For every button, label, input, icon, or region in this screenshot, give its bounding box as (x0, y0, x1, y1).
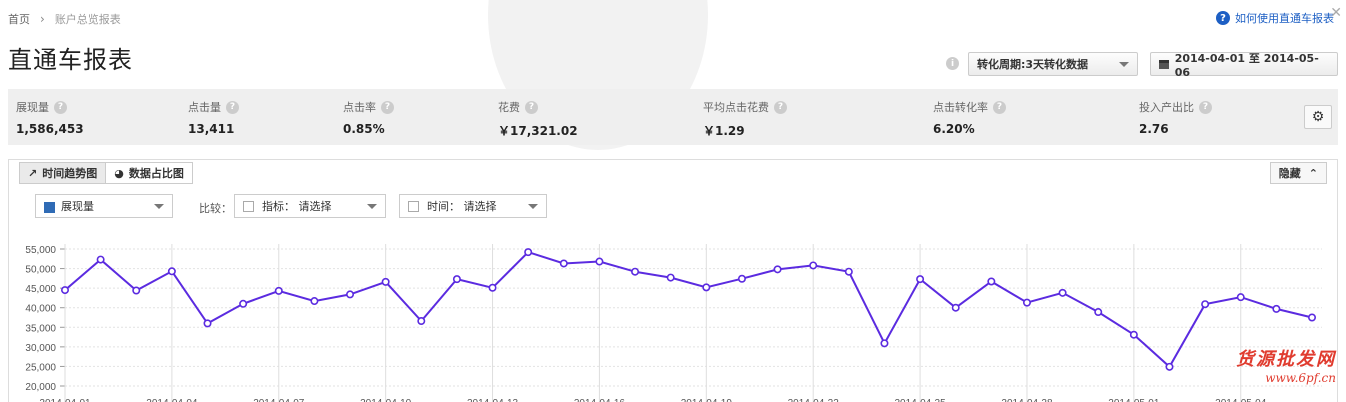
watermark: 货源批发网 www.6pf.cn (1236, 345, 1336, 385)
data-point (203, 319, 212, 328)
data-point (880, 339, 889, 348)
data-point (524, 248, 533, 257)
x-tick-label: 2014-04-10 (360, 398, 412, 402)
data-point (239, 299, 248, 308)
data-point (1308, 313, 1317, 322)
x-tick-label: 2014-04-28 (1001, 398, 1053, 402)
data-point (559, 259, 568, 268)
watermark-line2: www.6pf.cn (1265, 371, 1336, 385)
data-point (167, 267, 176, 276)
data-point (1201, 300, 1210, 309)
y-tick-label: 40,000 (25, 304, 56, 315)
data-point (310, 297, 319, 306)
data-point (1129, 330, 1138, 339)
data-point (844, 267, 853, 276)
data-point (595, 257, 604, 266)
x-tick-label: 2014-04-04 (146, 398, 198, 402)
data-point (274, 286, 283, 295)
x-tick-label: 2014-04-19 (681, 398, 733, 402)
trend-chart: 20,000 25,000 30,000 35,000 40,000 45,000 50,0… (25, 244, 1322, 402)
series-line (64, 250, 1313, 369)
watermark-line1: 货源批发网 (1236, 349, 1336, 370)
data-point (346, 290, 355, 299)
data-point (1094, 308, 1103, 317)
data-point (702, 283, 711, 292)
x-tick-label: 2014-04-13 (467, 398, 519, 402)
data-point (1058, 288, 1067, 297)
data-point (631, 267, 640, 276)
x-tick-label: 2014-05-04 (1215, 398, 1267, 402)
data-point (916, 275, 925, 284)
data-point (1272, 304, 1281, 313)
x-tick-label: 2014-04-01 (39, 398, 91, 402)
y-tick-label: 50,000 (25, 265, 56, 276)
data-point (987, 277, 996, 286)
data-point (452, 275, 461, 284)
x-tick-label: 2014-05-01 (1108, 398, 1160, 402)
x-tick-label: 2014-04-25 (895, 398, 947, 402)
data-point (809, 261, 818, 270)
data-point (1165, 362, 1174, 371)
y-tick-label: 30,000 (25, 343, 56, 354)
y-tick-label: 25,000 (25, 362, 56, 373)
y-tick-label: 20,000 (25, 382, 56, 393)
x-tick-label: 2014-04-22 (788, 398, 840, 402)
data-point (951, 303, 960, 312)
data-point (1236, 293, 1245, 302)
x-tick-label: 2014-04-07 (253, 398, 305, 402)
data-point (773, 265, 782, 274)
y-tick-label: 45,000 (25, 284, 56, 295)
data-point (417, 317, 426, 326)
y-tick-label: 35,000 (25, 323, 56, 334)
data-point (737, 274, 746, 283)
data-point (1022, 298, 1031, 307)
data-point (132, 286, 141, 295)
data-point (381, 277, 390, 286)
data-point (60, 286, 69, 295)
x-tick-label: 2014-04-16 (574, 398, 626, 402)
data-point (488, 283, 497, 292)
data-point (96, 255, 105, 264)
y-tick-label: 55,000 (25, 245, 56, 256)
data-point (666, 273, 675, 282)
